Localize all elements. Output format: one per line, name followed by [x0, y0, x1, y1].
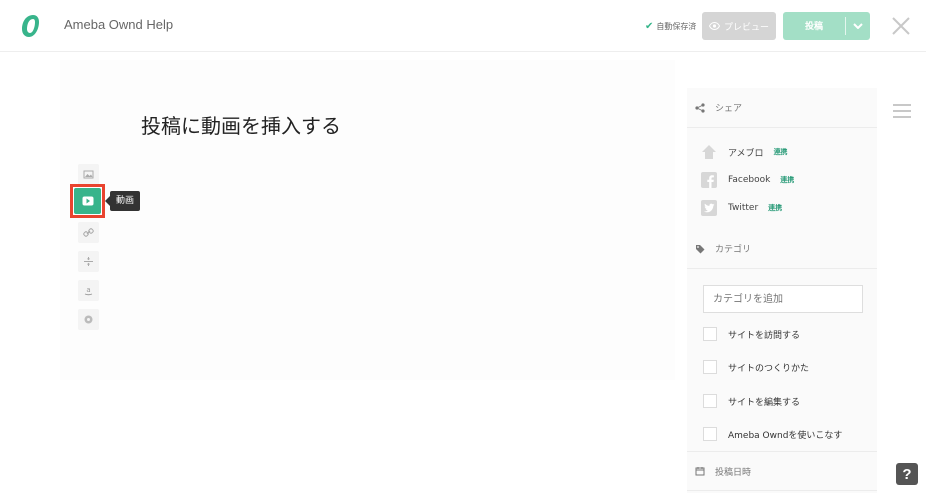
ameba-ownd-logo[interactable]	[18, 12, 42, 40]
amazon-tool-button[interactable]: a	[78, 280, 99, 301]
share-section-header: シェア	[687, 88, 877, 128]
category-label: サイトのつくりかた	[728, 363, 810, 374]
category-checkbox[interactable]	[703, 394, 717, 408]
autosave-label: 自動保存済	[656, 22, 697, 31]
calendar-icon	[695, 467, 705, 476]
preview-label: プレビュー	[723, 21, 769, 32]
category-item[interactable]: サイトを編集する	[703, 393, 800, 409]
share-label: アメブロ	[728, 148, 764, 159]
video-tool-button[interactable]	[74, 188, 101, 214]
image-icon	[83, 170, 94, 179]
divider-tool-button[interactable]	[78, 251, 99, 272]
play-icon	[82, 196, 93, 206]
autosave-status: ✔ 自動保存済	[645, 21, 696, 32]
share-row-ameblo: アメブロ 連携	[701, 143, 788, 161]
category-label: サイトを訪問する	[728, 330, 801, 341]
chevron-down-icon[interactable]	[846, 12, 870, 40]
share-label: Twitter	[728, 203, 759, 213]
link-icon	[83, 228, 94, 237]
share-label: Facebook	[728, 175, 771, 185]
category-section-header: カテゴリ	[687, 229, 877, 269]
category-item[interactable]: Ameba Owndを使いこなす	[703, 426, 842, 442]
post-button[interactable]: 投稿	[783, 12, 870, 40]
video-tooltip: 動画	[104, 191, 141, 211]
connect-link[interactable]: 連携	[768, 203, 782, 213]
svg-text:a: a	[86, 286, 90, 294]
image-tool-button[interactable]	[78, 164, 99, 185]
divider-icon	[84, 257, 93, 266]
circle-icon	[84, 315, 93, 324]
amazon-icon: a	[84, 286, 93, 296]
post-label: 投稿	[804, 21, 823, 31]
category-heading: カテゴリ	[715, 245, 752, 255]
category-label: サイトを編集する	[728, 397, 801, 408]
share-heading: シェア	[715, 104, 743, 114]
category-label: Ameba Owndを使いこなす	[728, 430, 843, 441]
category-checkbox[interactable]	[703, 327, 717, 341]
check-icon: ✔	[645, 20, 654, 32]
tag-icon	[696, 244, 705, 253]
share-icon	[695, 102, 705, 113]
date-section-header: 投稿日時	[687, 451, 877, 491]
share-row-twitter: Twitter 連携	[701, 199, 782, 217]
editor-area	[60, 60, 675, 380]
twitter-icon	[701, 200, 717, 216]
eye-icon	[708, 22, 720, 30]
top-bar: Ameba Ownd Help ✔ 自動保存済 プレビュー 投稿	[0, 0, 926, 52]
more-tool-button[interactable]	[78, 309, 99, 330]
ameblo-icon	[701, 144, 717, 160]
site-name[interactable]: Ameba Ownd Help	[64, 17, 173, 32]
date-heading: 投稿日時	[715, 467, 752, 478]
category-checkbox[interactable]	[703, 360, 717, 374]
preview-button[interactable]: プレビュー	[702, 12, 776, 40]
post-title[interactable]: 投稿に動画を挿入する	[141, 110, 341, 139]
category-item[interactable]: サイトを訪問する	[703, 326, 800, 342]
category-add-input[interactable]	[703, 285, 863, 313]
close-icon[interactable]	[890, 15, 912, 37]
facebook-icon	[701, 172, 717, 188]
connect-link[interactable]: 連携	[780, 175, 794, 185]
link-tool-button[interactable]	[78, 222, 99, 243]
help-button[interactable]: ?	[896, 463, 918, 485]
share-row-facebook: Facebook 連携	[701, 171, 794, 189]
connect-link[interactable]: 連携	[774, 147, 788, 157]
hamburger-menu-icon[interactable]	[893, 104, 911, 118]
category-checkbox[interactable]	[703, 427, 717, 441]
category-item[interactable]: サイトのつくりかた	[703, 359, 809, 375]
